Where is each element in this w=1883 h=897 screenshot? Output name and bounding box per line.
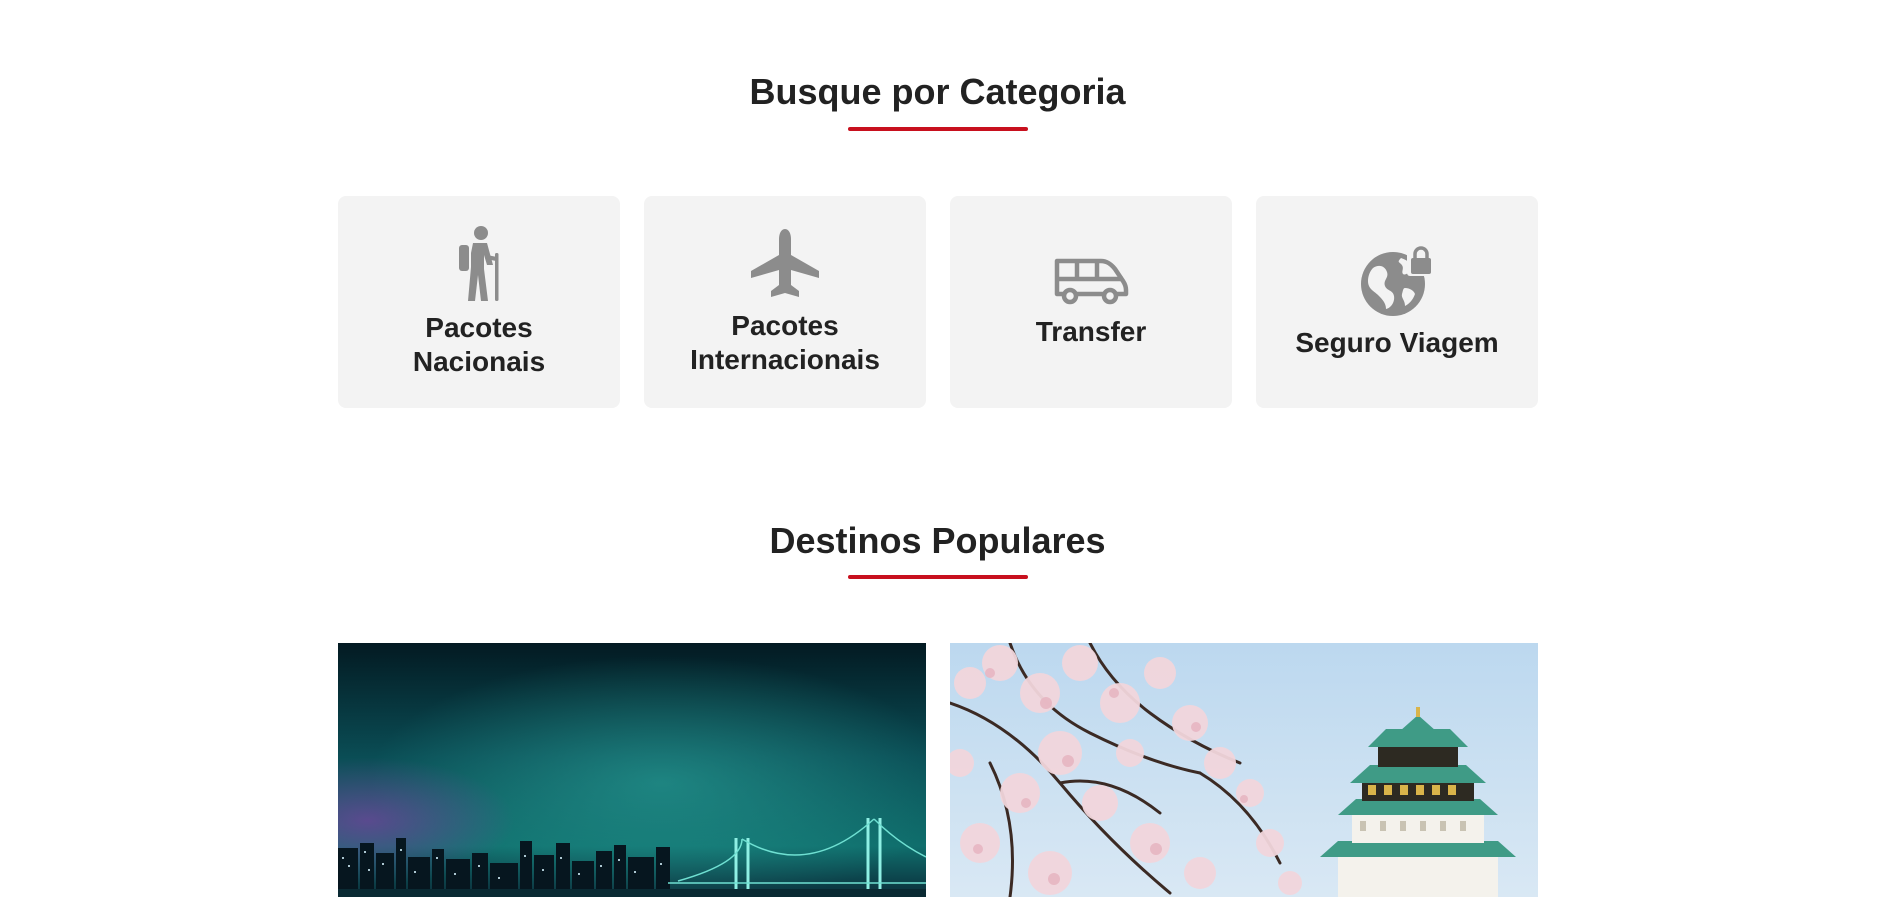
globe-lock-icon (1361, 246, 1433, 316)
category-card-international-packages[interactable]: Pacotes Internacionais (644, 196, 926, 408)
category-card-national-packages[interactable]: Pacotes Nacionais (338, 196, 620, 408)
airplane-icon (751, 229, 819, 297)
category-label: Transfer (1035, 316, 1147, 347)
destinations-title-underline (848, 575, 1028, 579)
destination-grid (338, 643, 1538, 897)
category-card-transfer[interactable]: Transfer (950, 196, 1232, 408)
osaka-castle-sakura-image (950, 643, 1538, 897)
tokyo-night-bridge-image (338, 643, 926, 897)
categories-title-underline (848, 127, 1028, 131)
category-label: Pacotes Internacionais (690, 310, 880, 375)
destination-card-tokyo[interactable] (338, 643, 926, 897)
category-grid: Pacotes Nacionais Pacotes Internacionais… (338, 196, 1538, 408)
category-label: Pacotes Nacionais (412, 312, 546, 377)
destination-card-osaka[interactable] (950, 643, 1538, 897)
destinations-title: Destinos Populares (769, 520, 1106, 561)
category-card-travel-insurance[interactable]: Seguro Viagem (1256, 196, 1538, 408)
van-icon (1054, 258, 1129, 305)
categories-title: Busque por Categoria (749, 71, 1126, 112)
hiker-icon (459, 226, 499, 301)
category-label: Seguro Viagem (1295, 327, 1499, 358)
